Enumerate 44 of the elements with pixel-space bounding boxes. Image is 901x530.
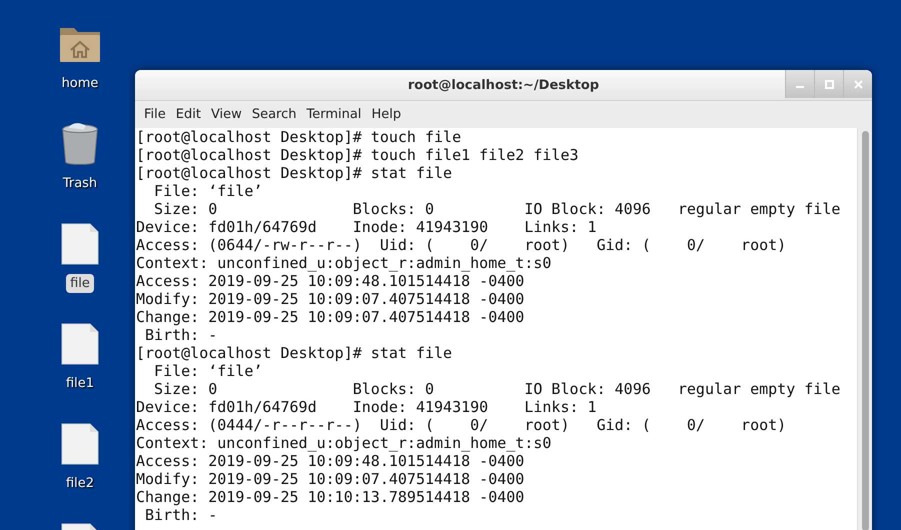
terminal-line: Birth: -: [144, 506, 218, 524]
menu-item[interactable]: Edit: [170, 107, 206, 122]
menu-item[interactable]: View: [206, 107, 247, 122]
terminal-line: [root@localhost Desktop]# stat file: [136, 344, 454, 362]
desktop-icon-label[interactable]: Trash: [58, 174, 102, 193]
terminal-line: File: ‘file’: [153, 362, 264, 380]
close-button[interactable]: [843, 70, 872, 98]
desktop-icon-label[interactable]: file1: [62, 374, 98, 393]
terminal-line: [root@localhost Desktop]# stat file: [136, 164, 454, 182]
terminal-line: Context: unconfined_u:object_r:admin_home_t:s0: [136, 254, 552, 272]
terminal-line: Device: fd01h/64769d Inode: 41943190 Links: 1: [136, 218, 598, 236]
terminal-line: Change: 2019-09-25 10:09:07.407514418 -0400: [136, 308, 526, 326]
terminal-line: [root@localhost Desktop]# touch file1 file2 file3: [136, 146, 580, 164]
terminal-line: Access: (0444/-r--r--r--) Uid: ( 0/ root) Gid: ( 0/ root): [136, 416, 788, 434]
desktop-icon-label[interactable]: file2: [62, 474, 98, 493]
file-icon: [61, 422, 99, 466]
terminal-line: Size: 0 Blocks: 0 IO Block: 4096 regular empty file: [153, 200, 842, 218]
menu-item[interactable]: Help: [366, 107, 406, 122]
trash-icon: [60, 122, 100, 166]
window-title: root@localhost:~/Desktop: [408, 78, 600, 92]
terminal-line: File: ‘file’: [153, 182, 264, 200]
desktop-icon-label[interactable]: home: [58, 74, 102, 93]
terminal-line: [root@localhost Desktop]# touch file: [136, 128, 462, 146]
file-icon: [61, 222, 99, 266]
terminal-line: Size: 0 Blocks: 0 IO Block: 4096 regular empty file: [153, 380, 842, 398]
menu-item[interactable]: Search: [246, 107, 302, 122]
terminal-line: Access: 2019-09-25 10:09:48.101514418 -0400: [136, 452, 526, 470]
terminal-line: Device: fd01h/64769d Inode: 41943190 Links: 1: [136, 398, 598, 416]
minimize-button[interactable]: [785, 70, 814, 98]
maximize-icon: [824, 80, 834, 88]
desktop-icon-label[interactable]: file: [66, 274, 94, 293]
menu-item[interactable]: File: [139, 107, 171, 122]
scrollbar-thumb[interactable]: [862, 131, 868, 530]
close-icon: [854, 80, 862, 88]
terminal-line: Modify: 2019-09-25 10:09:07.407514418 -0400: [136, 290, 526, 308]
file-icon: [61, 322, 99, 366]
terminal-line: Change: 2019-09-25 10:10:13.789514418 -0400: [136, 488, 526, 506]
terminal-line: Access: (0644/-rw-r--r--) Uid: ( 0/ root) Gid: ( 0/ root): [136, 236, 788, 254]
terminal-line: Context: unconfined_u:object_r:admin_home_t:s0: [136, 434, 552, 452]
terminal-line: Access: 2019-09-25 10:09:48.101514418 -0400: [136, 272, 526, 290]
menu-item[interactable]: Terminal: [301, 107, 366, 122]
terminal-line: Modify: 2019-09-25 10:09:07.407514418 -0400: [136, 470, 526, 488]
terminal-line: Birth: -: [144, 326, 218, 344]
maximize-button[interactable]: [814, 70, 843, 98]
